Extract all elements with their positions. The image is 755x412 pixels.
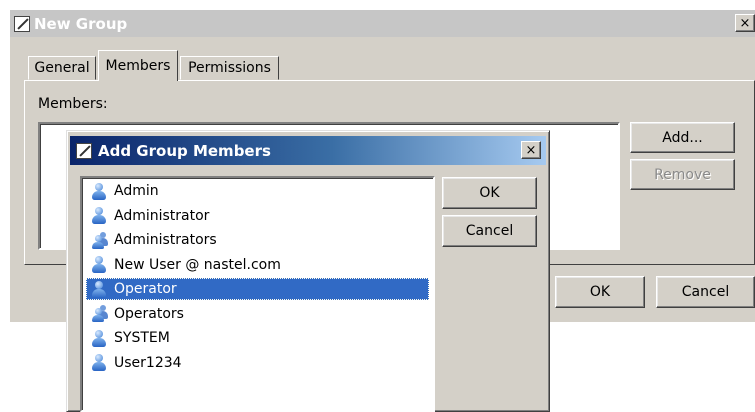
account-label: New User @ nastel.com — [114, 256, 281, 273]
account-label: User1234 — [114, 354, 182, 371]
account-list-item[interactable]: Operators — [86, 303, 429, 325]
tab-members-label: Members — [105, 58, 171, 74]
remove-button[interactable]: Remove — [630, 159, 735, 190]
account-list-item[interactable]: Administrator — [86, 205, 429, 227]
new-group-ok-button[interactable]: OK — [555, 276, 645, 308]
account-label: Operator — [114, 281, 177, 297]
user-icon — [92, 280, 106, 298]
account-label: Administrators — [114, 232, 217, 248]
group-icon — [92, 305, 108, 322]
add-members-cancel-label: Cancel — [465, 223, 514, 239]
app-icon — [14, 15, 30, 32]
new-group-close-button[interactable]: × — [735, 14, 755, 32]
tab-permissions-label: Permissions — [188, 60, 271, 76]
add-members-ok-button[interactable]: OK — [442, 177, 537, 209]
add-members-title: Add Group Members — [98, 141, 271, 160]
user-icon — [92, 207, 106, 224]
account-list-item[interactable]: Admin — [86, 180, 429, 202]
new-group-cancel-button[interactable]: Cancel — [656, 276, 755, 308]
tab-general[interactable]: General — [28, 56, 96, 80]
add-members-close-button[interactable]: × — [521, 141, 541, 159]
new-group-title: New Group — [34, 14, 128, 33]
remove-button-label: Remove — [654, 166, 711, 183]
close-icon: × — [739, 15, 751, 31]
tab-general-label: General — [34, 60, 90, 76]
add-button[interactable]: Add... — [630, 122, 735, 153]
account-list-item[interactable]: Operator — [86, 278, 429, 300]
user-icon — [92, 354, 106, 371]
user-icon — [92, 182, 106, 200]
add-members-titlebar[interactable]: Add Group Members — [70, 136, 546, 165]
account-label: Administrator — [114, 207, 210, 224]
tab-permissions[interactable]: Permissions — [180, 56, 279, 80]
account-list-item[interactable]: SYSTEM — [86, 327, 429, 349]
user-icon — [92, 256, 106, 273]
app-icon — [76, 142, 92, 159]
members-label: Members: — [38, 96, 108, 112]
account-list-item[interactable]: User1234 — [86, 352, 429, 374]
new-group-cancel-label: Cancel — [681, 284, 730, 300]
accounts-list[interactable]: Admin Administrator Administrators New User… — [80, 176, 435, 412]
group-icon — [92, 231, 108, 249]
new-group-titlebar[interactable]: New Group — [10, 10, 755, 37]
new-group-ok-label: OK — [589, 284, 611, 300]
user-icon — [92, 329, 106, 347]
account-label: SYSTEM — [114, 330, 170, 346]
account-label: Admin — [114, 183, 159, 199]
add-members-ok-label: OK — [479, 185, 500, 201]
close-icon: × — [525, 142, 537, 158]
add-button-label: Add... — [662, 129, 703, 146]
account-list-item[interactable]: New User @ nastel.com — [86, 254, 429, 276]
tab-members[interactable]: Members — [98, 50, 178, 81]
add-members-cancel-button[interactable]: Cancel — [442, 215, 537, 247]
account-label: Operators — [114, 305, 184, 322]
account-list-item[interactable]: Administrators — [86, 229, 429, 251]
